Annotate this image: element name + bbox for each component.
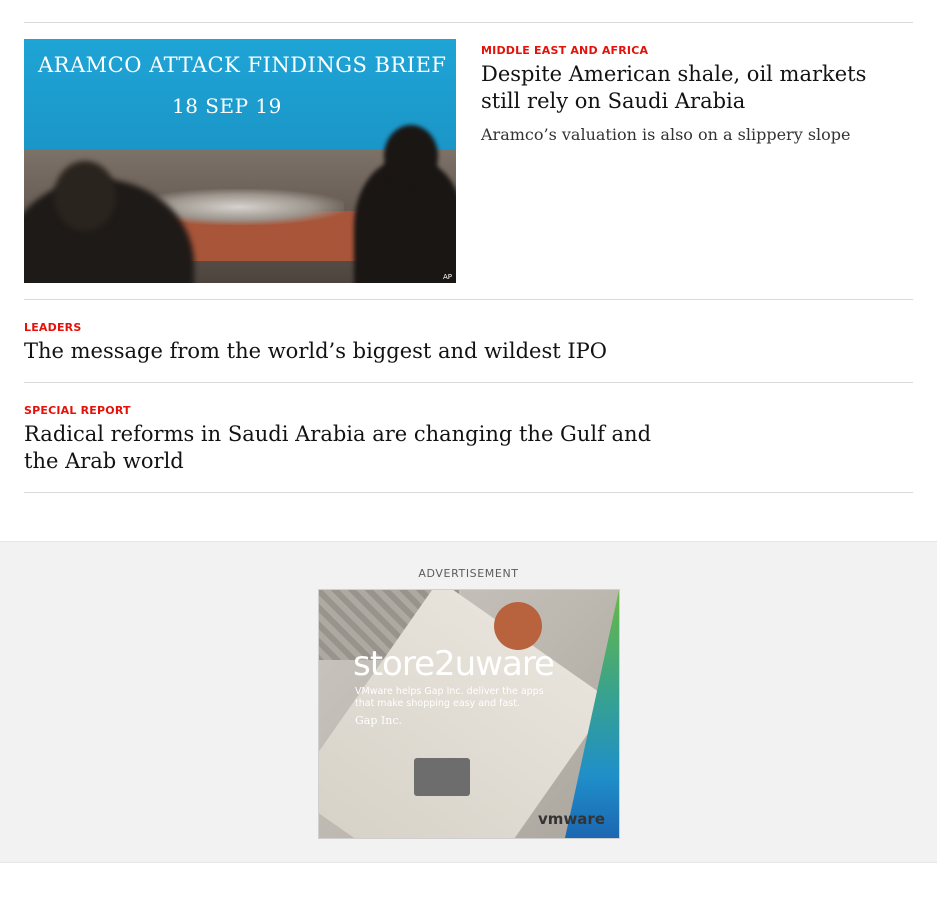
- section-label[interactable]: Middle East and Africa: [481, 44, 648, 57]
- ad-brand: store2uware: [353, 644, 555, 684]
- image-silhouette-right-head: [384, 125, 438, 187]
- ad-client: Gap Inc.: [355, 714, 402, 727]
- advertisement-label: Advertisement: [418, 567, 519, 580]
- image-banner-text: ARAMCO ATTACK FINDINGS BRIEF: [38, 53, 447, 77]
- image-banner-date: 18 SEP 19: [172, 94, 282, 118]
- article-headline[interactable]: The message from the world’s biggest and…: [24, 338, 684, 365]
- article-description: Aramco’s valuation is also on a slippery…: [481, 125, 851, 144]
- image-credit: AP: [442, 273, 452, 281]
- article-headline[interactable]: Despite American shale, oil markets stil…: [481, 61, 901, 115]
- divider: [24, 299, 913, 300]
- divider: [24, 492, 913, 493]
- ad-laptop: [414, 758, 470, 796]
- divider: [24, 382, 913, 383]
- advertisement-section: Advertisement store2uware VMware helps G…: [0, 541, 937, 863]
- story-image[interactable]: ARAMCO ATTACK FINDINGS BRIEF 18 SEP 19 A…: [24, 39, 456, 283]
- ad-person: [494, 602, 542, 650]
- ad-tagline: VMware helps Gap Inc. deliver the apps t…: [355, 686, 544, 709]
- advertisement-banner[interactable]: store2uware VMware helps Gap Inc. delive…: [318, 589, 620, 839]
- article-headline[interactable]: Radical reforms in Saudi Arabia are chan…: [24, 421, 664, 475]
- section-label[interactable]: Leaders: [24, 321, 81, 334]
- vmware-logo-icon: vmware: [538, 810, 605, 828]
- image-silhouette-left-head: [54, 161, 116, 231]
- section-label[interactable]: Special report: [24, 404, 131, 417]
- top-divider: [24, 22, 913, 23]
